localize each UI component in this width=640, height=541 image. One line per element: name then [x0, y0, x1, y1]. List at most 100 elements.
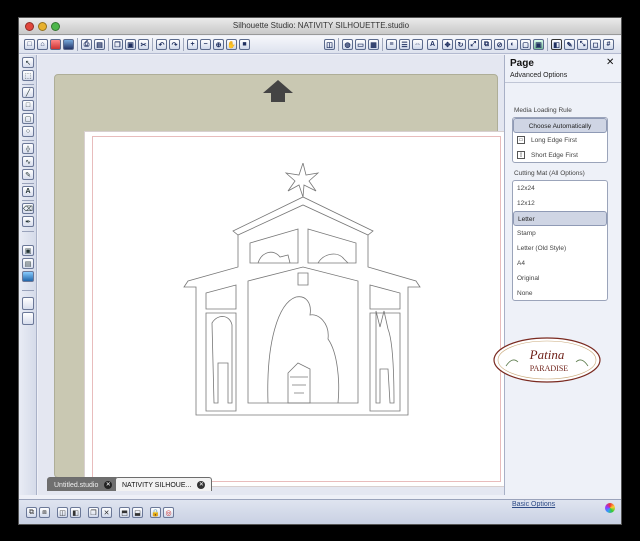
text-icon[interactable]: A	[427, 39, 438, 50]
patina-paradise-logo: Patina PARADISE	[493, 337, 601, 383]
ungroup-bottom-icon[interactable]: ⧈	[39, 507, 50, 518]
library-panel-icon[interactable]	[22, 312, 34, 325]
fill-icon[interactable]: ◍	[342, 39, 353, 50]
tab-untitled[interactable]: Untitled.studio ✕	[47, 477, 120, 491]
rotate-icon[interactable]: ↻	[455, 39, 466, 50]
close-icon[interactable]: ✕	[104, 481, 113, 489]
feed-direction-arrow-icon	[263, 80, 293, 93]
media-option-long-edge[interactable]: ▭ Long Edge First	[513, 133, 607, 148]
mat-option[interactable]: Letter (Old Style)	[513, 241, 607, 256]
tab-nativity[interactable]: NATIVITY SILHOUE... ✕	[115, 477, 213, 491]
svg-text:Patina: Patina	[529, 347, 565, 362]
rectangle-tool-icon[interactable]: □	[22, 100, 34, 111]
save-library-icon[interactable]	[63, 39, 74, 50]
move-icon[interactable]: ✥	[442, 39, 453, 50]
app-window: Silhouette Studio: NATIVITY SILHOUETTE.s…	[18, 17, 622, 525]
fullscreen-icon[interactable]: ◻	[590, 39, 601, 50]
main-toolbar: □ ⌂ ⎙ ▤ ❐ ▣ ✂ ↶ ↷ + − ⊕ ✋ ■ ◫ ◍ ▭ ▦ ≡ ☰ …	[19, 36, 621, 54]
shadow-icon[interactable]: ▦	[368, 39, 379, 50]
target-icon[interactable]: ◎	[163, 507, 174, 518]
zoom-in-icon[interactable]: +	[187, 39, 198, 50]
compound-path-icon[interactable]: ◫	[57, 507, 68, 518]
mat-option-selected[interactable]: Letter	[513, 211, 607, 226]
close-icon[interactable]: ✕	[606, 57, 614, 68]
redo-icon[interactable]: ↷	[169, 39, 180, 50]
library-toggle-icon[interactable]	[22, 297, 34, 310]
cut-style-icon[interactable]: ◧	[551, 39, 562, 50]
text-tool-icon[interactable]: A	[22, 186, 34, 197]
knife-tool-icon[interactable]: ✒	[22, 216, 34, 227]
delete-icon[interactable]: ✕	[101, 507, 112, 518]
document-tabs: Untitled.studio ✕ NATIVITY SILHOUE... ✕	[43, 477, 513, 491]
point-edit-icon[interactable]: ⬚	[22, 70, 34, 81]
release-compound-icon[interactable]: ◧	[70, 507, 81, 518]
line-tool-icon[interactable]: ╱	[22, 87, 34, 98]
send-to-cutter-icon[interactable]: ✎	[564, 39, 575, 50]
save-icon[interactable]	[50, 39, 61, 50]
send-back-icon[interactable]: ⬓	[132, 507, 143, 518]
tab-label: Untitled.studio	[54, 481, 99, 489]
line-icon[interactable]: ▭	[355, 39, 366, 50]
page-icon[interactable]: ▣	[533, 39, 544, 50]
polygon-tool-icon[interactable]: ⟠	[22, 143, 34, 154]
transform-icon[interactable]: ⇔	[412, 39, 423, 50]
media-loading-options: Choose Automatically ▭ Long Edge First ▯…	[512, 117, 608, 163]
undo-icon[interactable]: ↶	[156, 39, 167, 50]
cut-icon[interactable]: ✂	[138, 39, 149, 50]
eraser-tool-icon[interactable]: ⌫	[22, 203, 34, 214]
nativity-design[interactable]	[178, 163, 428, 421]
cut-settings-tool-icon[interactable]: ▤	[22, 258, 34, 269]
basic-options-link[interactable]: Basic Options	[512, 501, 555, 508]
new-icon[interactable]: □	[24, 39, 35, 50]
mat-option[interactable]: A4	[513, 256, 607, 271]
short-edge-icon: ▯	[517, 151, 525, 159]
media-option-short-edge[interactable]: ▯ Short Edge First	[513, 148, 607, 163]
left-toolbar: ↖ ⬚ ╱ □ ▢ ○ ⟠ ∿ ✎ A ⌫ ✒ ▣ ▤	[19, 55, 37, 495]
media-option-auto[interactable]: Choose Automatically	[513, 118, 607, 133]
scale-icon[interactable]: ⤢	[468, 39, 479, 50]
pan-icon[interactable]: ✋	[226, 39, 237, 50]
group-bottom-icon[interactable]: ⧉	[26, 507, 37, 518]
layers-icon[interactable]: ⧉	[481, 39, 492, 50]
trace-icon[interactable]: ◐	[507, 39, 518, 50]
fit-page-icon[interactable]: ■	[239, 39, 250, 50]
zoom-fit-icon[interactable]: ⊕	[213, 39, 224, 50]
tab-label: NATIVITY SILHOUE...	[122, 481, 192, 489]
lock-icon[interactable]: 🔒	[150, 507, 161, 518]
duplicate-icon[interactable]: ❐	[88, 507, 99, 518]
color-wheel-icon[interactable]	[605, 503, 615, 513]
ellipse-tool-icon[interactable]: ○	[22, 126, 34, 137]
replicate-icon[interactable]: ☰	[399, 39, 410, 50]
expand-icon[interactable]: ⤡	[577, 39, 588, 50]
copy-icon[interactable]: ❐	[112, 39, 123, 50]
panel-subtitle: Advanced Options	[510, 72, 568, 79]
grid-icon[interactable]: #	[603, 39, 614, 50]
freehand-tool-icon[interactable]: ✎	[22, 169, 34, 180]
mat-option[interactable]: 12x24	[513, 181, 607, 196]
canvas-area[interactable]	[38, 55, 508, 495]
mat-option[interactable]: 12x12	[513, 196, 607, 211]
mat-option[interactable]: Stamp	[513, 226, 607, 241]
title-bar: Silhouette Studio: NATIVITY SILHOUETTE.s…	[19, 18, 621, 35]
align-icon[interactable]: ≡	[386, 39, 397, 50]
open-icon[interactable]: ⌂	[37, 39, 48, 50]
mat-option[interactable]: Original	[513, 271, 607, 286]
cut-settings-icon[interactable]: ▤	[94, 39, 105, 50]
offset-icon[interactable]: ▢	[520, 39, 531, 50]
bring-front-icon[interactable]: ⬒	[119, 507, 130, 518]
paste-icon[interactable]: ▣	[125, 39, 136, 50]
rounded-rect-tool-icon[interactable]: ▢	[22, 113, 34, 124]
svg-text:PARADISE: PARADISE	[530, 364, 568, 373]
print-icon[interactable]: ⎙	[81, 39, 92, 50]
curve-tool-icon[interactable]: ∿	[22, 156, 34, 167]
page-panel: Page ✕ Advanced Options Media Loading Ru…	[504, 55, 621, 513]
group-icon[interactable]: ◫	[324, 39, 335, 50]
store-icon[interactable]	[22, 271, 34, 282]
mat-option[interactable]: None	[513, 286, 607, 301]
zoom-out-icon[interactable]: −	[200, 39, 211, 50]
close-icon[interactable]: ✕	[197, 481, 206, 489]
select-tool-icon[interactable]: ↖	[22, 57, 34, 68]
knife-icon[interactable]: ⊘	[494, 39, 505, 50]
long-edge-icon: ▭	[517, 136, 525, 144]
page-setup-icon[interactable]: ▣	[22, 245, 34, 256]
